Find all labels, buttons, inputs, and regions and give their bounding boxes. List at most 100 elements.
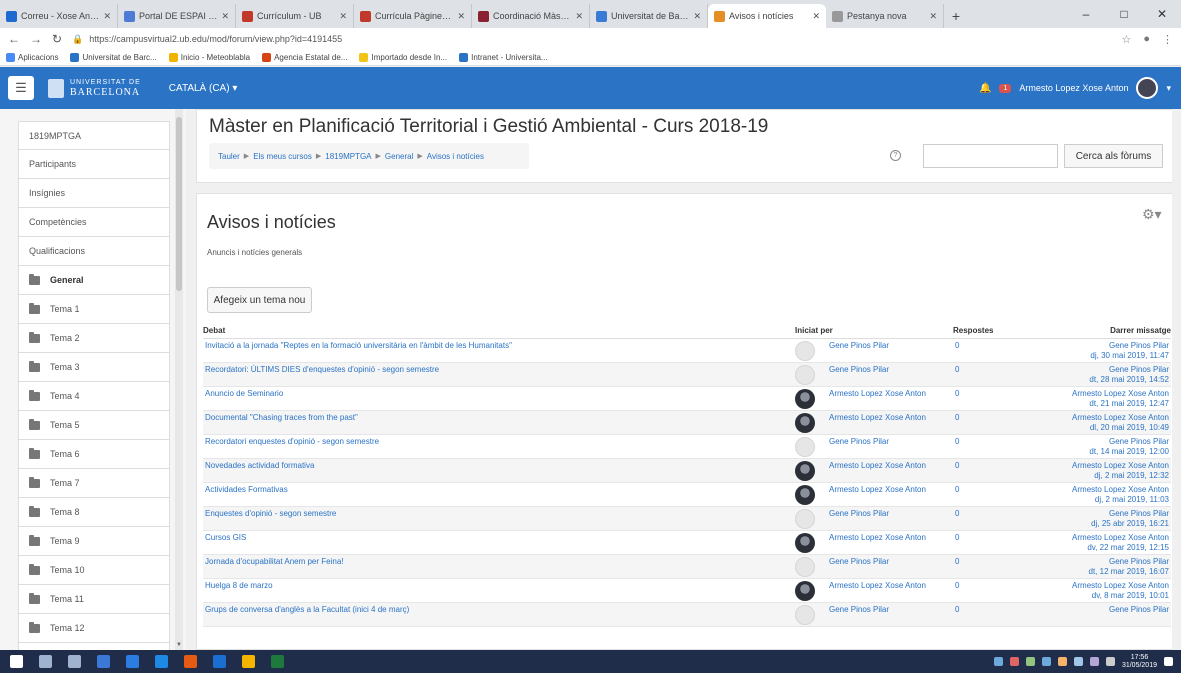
discussion-subject[interactable]: Actividades Formativas [203, 482, 795, 507]
author-avatar[interactable] [795, 460, 815, 481]
last-post-author[interactable]: Gene Pinos Pilar [1033, 509, 1169, 519]
last-post-author[interactable]: Armesto Lopez Xose Anton [1033, 485, 1169, 495]
network-icon[interactable] [1073, 657, 1083, 666]
last-post-date[interactable]: dj, 2 mai 2019, 11:03 [1033, 495, 1169, 505]
menu-toggle-button[interactable]: ☰ [8, 76, 34, 100]
sidebar-item-ins-gnies[interactable]: Insígnies [18, 179, 170, 208]
notification-bell-icon[interactable]: 🔔 [979, 83, 991, 94]
bookmark-item[interactable]: Inicio - Meteoblabla [168, 53, 250, 62]
discussion-subject[interactable]: Jornada d'ocupabilitat Anem per Feina! [203, 554, 795, 579]
last-post-date[interactable]: dj, 30 mai 2019, 11:47 [1033, 351, 1169, 361]
bookmark-item[interactable]: Intranet - Universita... [459, 53, 548, 62]
breadcrumb-link[interactable]: Tauler [218, 152, 240, 161]
last-post-date[interactable]: dv, 22 mar 2019, 12:15 [1033, 543, 1169, 553]
breadcrumb-link[interactable]: Els meus cursos [253, 152, 312, 161]
antivirus-icon[interactable] [1009, 657, 1019, 666]
last-post-author[interactable]: Gene Pinos Pilar [1033, 437, 1169, 447]
sidebar-item-tema-4[interactable]: Tema 4 [18, 382, 170, 411]
maximize-icon[interactable]: □ [1105, 7, 1143, 21]
sidebar-item-participants[interactable]: Participants [18, 150, 170, 179]
discussion-subject[interactable]: Recordatori: ÚLTIMS DIES d'enquestes d'o… [203, 362, 795, 387]
internet-explorer-icon[interactable] [213, 655, 226, 668]
last-post-date[interactable]: dt, 12 mar 2019, 16:07 [1033, 567, 1170, 577]
close-icon[interactable]: ✕ [929, 11, 937, 22]
user-avatar[interactable] [1136, 77, 1159, 99]
sidebar-item-general[interactable]: General [18, 266, 170, 295]
replies-count[interactable]: 0 [953, 554, 1033, 579]
author-name-link[interactable]: Gene Pinos Pilar [829, 341, 889, 350]
browser-tab[interactable]: Avisos i notícies ✕ [708, 4, 826, 28]
add-topic-button[interactable]: Afegeix un tema nou [207, 287, 312, 313]
last-post-date[interactable]: dj, 25 abr 2019, 16:21 [1033, 519, 1169, 529]
discussion-subject[interactable]: Recordatori enquestes d'opinió - segon s… [203, 434, 795, 459]
author-avatar[interactable] [795, 340, 815, 361]
author-avatar[interactable] [795, 412, 815, 433]
last-post-author[interactable]: Armesto Lopez Xose Anton [1033, 389, 1169, 399]
sidebar-item-tema-5[interactable]: Tema 5 [18, 411, 170, 440]
author-name-link[interactable]: Gene Pinos Pilar [829, 557, 889, 566]
sidebar-item-tema-1[interactable]: Tema 1 [18, 295, 170, 324]
author-name-link[interactable]: Armesto Lopez Xose Anton [829, 389, 926, 398]
breadcrumb-link[interactable]: 1819MPTGA [325, 152, 371, 161]
search-icon[interactable] [39, 655, 52, 668]
people-icon[interactable] [993, 657, 1003, 666]
store-icon[interactable] [126, 655, 139, 668]
replies-count[interactable]: 0 [953, 530, 1033, 555]
author-name-link[interactable]: Armesto Lopez Xose Anton [829, 581, 926, 590]
replies-count[interactable]: 0 [953, 458, 1033, 483]
browser-tab[interactable]: Universitat de Barcelona ✕ [590, 4, 708, 28]
author-name-link[interactable]: Gene Pinos Pilar [829, 509, 889, 518]
sidebar-item-compet-ncies[interactable]: Competències [18, 208, 170, 237]
minimize-icon[interactable]: – [1067, 7, 1105, 21]
replies-count[interactable]: 0 [953, 338, 1033, 363]
browser-tab[interactable]: Correu - Xose Anton Armes ✕ [0, 4, 118, 28]
author-avatar[interactable] [795, 532, 815, 553]
scroll-down-arrow-icon[interactable]: ▼ [175, 642, 183, 648]
discussion-subject[interactable]: Huelga 8 de marzo [203, 578, 795, 603]
sidebar-item-tema-7[interactable]: Tema 7 [18, 469, 170, 498]
sidebar-item-tema-2[interactable]: Tema 2 [18, 324, 170, 353]
sidebar-item-tema-10[interactable]: Tema 10 [18, 556, 170, 585]
last-post-date[interactable]: dj, 2 mai 2019, 12:32 [1033, 471, 1169, 481]
last-post-author[interactable]: Armesto Lopez Xose Anton [1033, 461, 1169, 471]
edge-browser-icon[interactable] [155, 655, 168, 668]
chevron-down-icon[interactable]: ▾ [1166, 83, 1171, 94]
excel-icon[interactable] [271, 655, 284, 668]
chrome-icon[interactable] [242, 655, 255, 668]
discussion-subject[interactable]: Anuncio de Seminario [203, 386, 795, 411]
page-scrollbar[interactable] [1172, 109, 1181, 650]
column-header-started-by[interactable]: Iniciat per [795, 324, 953, 339]
forum-search-input[interactable] [923, 144, 1058, 168]
user-name[interactable]: Armesto Lopez Xose Anton [1019, 83, 1128, 93]
replies-count[interactable]: 0 [953, 362, 1033, 387]
task-view-icon[interactable] [68, 655, 81, 668]
search-forums-button[interactable]: Cerca als fòrums [1064, 144, 1163, 168]
sidebar-item-tema-11[interactable]: Tema 11 [18, 585, 170, 614]
close-icon[interactable]: ✕ [339, 11, 347, 22]
sidebar-scroll-thumb[interactable] [176, 117, 182, 291]
volume-icon[interactable] [1089, 657, 1099, 666]
windows-start-icon[interactable] [10, 655, 23, 668]
replies-count[interactable]: 0 [953, 578, 1033, 603]
author-avatar[interactable] [795, 436, 815, 457]
replies-count[interactable]: 0 [953, 506, 1033, 531]
last-post-author[interactable]: Gene Pinos Pilar [1033, 341, 1169, 351]
university-logo[interactable]: UNIVERSITAT DE BARCELONA [48, 78, 141, 98]
last-post-author[interactable]: Armesto Lopez Xose Anton [1033, 533, 1169, 543]
language-icon[interactable] [1105, 657, 1115, 666]
last-post-author[interactable]: Gene Pinos Pilar [1033, 557, 1169, 567]
close-icon[interactable]: ✕ [575, 11, 583, 22]
app-tray-icon[interactable] [1025, 657, 1035, 666]
discussion-subject[interactable]: Novedades actividad formativa [203, 458, 795, 483]
close-icon[interactable]: ✕ [812, 11, 820, 22]
discussion-subject[interactable]: Grups de conversa d'anglès a la Facultat… [203, 602, 795, 627]
bookmark-item[interactable]: Aplicacions [6, 53, 58, 62]
gear-icon[interactable]: ⚙▾ [1142, 206, 1162, 223]
author-name-link[interactable]: Gene Pinos Pilar [829, 365, 889, 374]
sidebar-item-qualificacions[interactable]: Qualificacions [18, 237, 170, 266]
discussion-subject[interactable]: Enquestes d'opinió - segon semestre [203, 506, 795, 531]
menu-icon[interactable]: ⋮ [1162, 33, 1173, 46]
firefox-icon[interactable] [184, 655, 197, 668]
browser-tab[interactable]: Pestanya nova ✕ [826, 4, 944, 28]
reload-icon[interactable]: ↻ [52, 32, 62, 46]
